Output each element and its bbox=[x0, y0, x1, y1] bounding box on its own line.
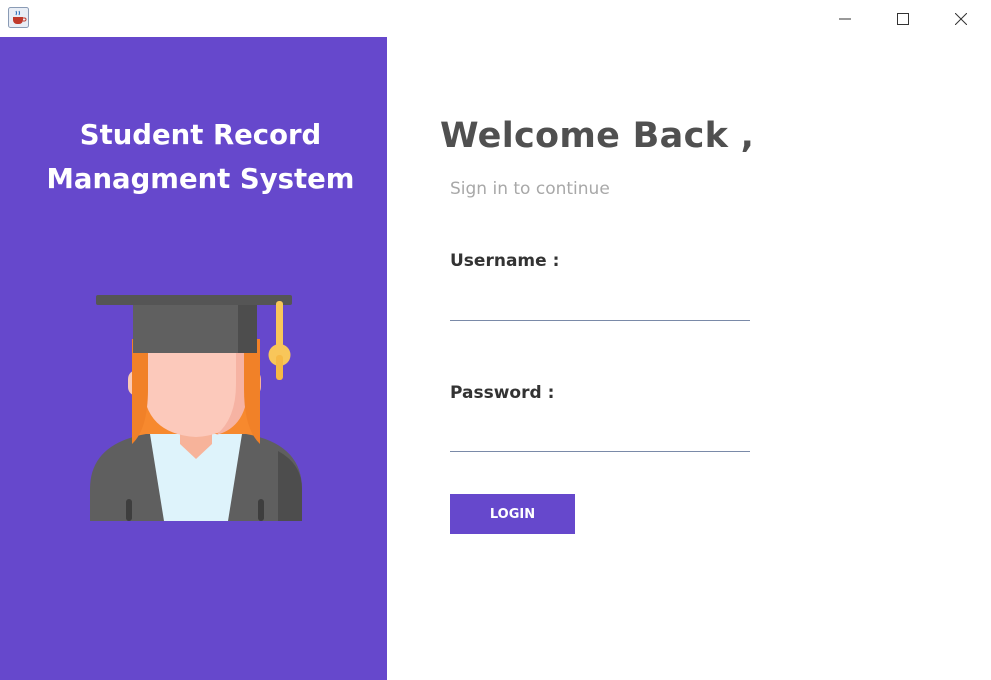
window-titlebar bbox=[0, 0, 991, 37]
login-button[interactable]: LOGIN bbox=[450, 494, 575, 534]
app-title-line-1: Student Record bbox=[79, 119, 322, 151]
java-coffee-icon[interactable] bbox=[8, 7, 29, 28]
graduate-avatar-icon bbox=[90, 295, 302, 521]
maximize-button[interactable] bbox=[880, 0, 926, 37]
minimize-icon bbox=[839, 18, 851, 19]
password-label: Password : bbox=[450, 383, 555, 403]
maximize-icon bbox=[897, 12, 909, 25]
close-icon bbox=[955, 12, 967, 25]
username-input[interactable] bbox=[450, 291, 750, 321]
close-button[interactable] bbox=[938, 0, 984, 37]
username-label: Username : bbox=[450, 251, 560, 271]
branding-panel: Student Record Managment System bbox=[0, 37, 387, 680]
welcome-heading: Welcome Back , bbox=[440, 116, 755, 156]
signin-subtitle: Sign in to continue bbox=[450, 179, 610, 199]
minimize-button[interactable] bbox=[822, 0, 868, 37]
app-title-line-2: Managment System bbox=[46, 163, 355, 195]
password-input[interactable] bbox=[450, 422, 750, 452]
app-title: Student Record Managment System bbox=[0, 113, 401, 201]
